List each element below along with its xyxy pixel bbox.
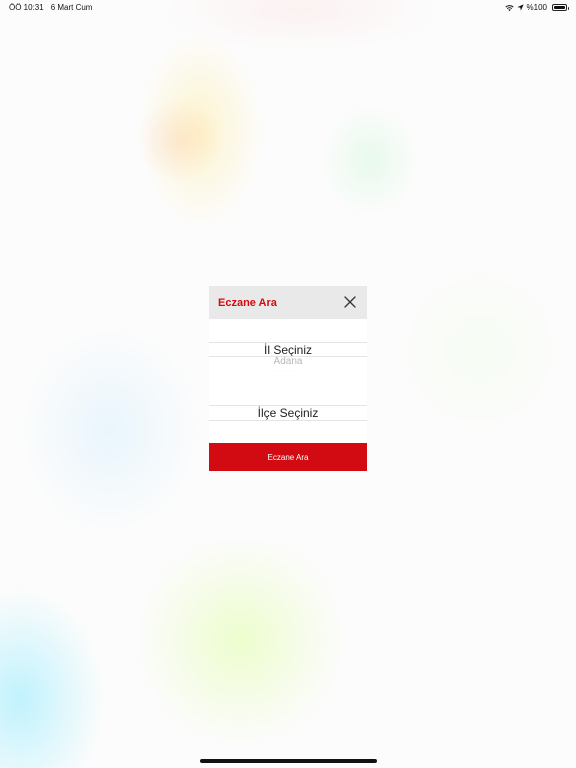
- city-picker-selected: İl Seçiniz: [263, 343, 313, 357]
- status-bar: ÖÖ 10:31 6 Mart Cum %100: [0, 0, 576, 14]
- close-icon: [344, 296, 356, 308]
- status-left: ÖÖ 10:31 6 Mart Cum: [9, 3, 92, 12]
- status-date: 6 Mart Cum: [50, 3, 93, 12]
- close-button[interactable]: [343, 295, 357, 309]
- location-arrow-icon: [516, 4, 524, 11]
- modal-header: Eczane Ara: [209, 286, 367, 319]
- city-picker[interactable]: İl Seçiniz Adana · · · · · ·: [209, 329, 367, 375]
- search-pharmacy-button[interactable]: Eczane Ara: [209, 443, 367, 471]
- wifi-icon: [504, 4, 514, 11]
- home-indicator[interactable]: [200, 759, 377, 763]
- picker-line: [209, 420, 367, 421]
- district-picker[interactable]: İlçe Seçiniz: [209, 404, 367, 434]
- battery-tip: [567, 6, 569, 10]
- modal-title: Eczane Ara: [218, 297, 277, 309]
- pharmacy-search-modal: Eczane Ara İl Seçiniz Adana · · · · · · …: [209, 286, 367, 471]
- district-picker-selected: İlçe Seçiniz: [257, 406, 319, 420]
- city-picker-option[interactable]: Adana: [209, 356, 367, 367]
- battery-percent: %100: [526, 3, 547, 12]
- battery-icon: [552, 4, 569, 11]
- status-time: ÖÖ 10:31: [9, 3, 44, 12]
- city-picker-option-faded: · · · · · ·: [274, 368, 302, 374]
- status-right: %100: [504, 3, 569, 12]
- battery-fill: [554, 6, 565, 9]
